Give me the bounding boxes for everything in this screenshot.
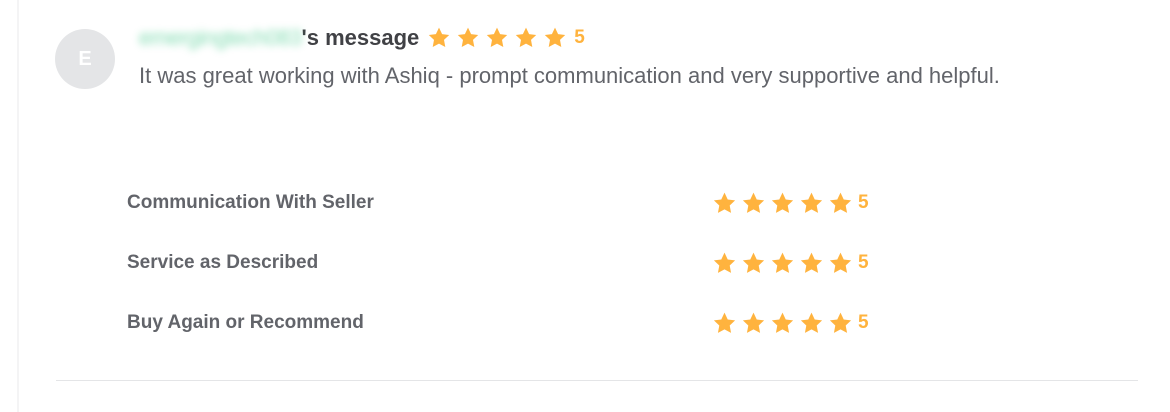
star-icon xyxy=(829,312,852,333)
star-icon xyxy=(516,27,537,47)
star-icon xyxy=(829,192,852,213)
star-icon xyxy=(800,252,823,273)
star-icon xyxy=(771,192,794,213)
criteria-label: Communication With Seller xyxy=(127,192,374,213)
star-icon xyxy=(545,27,566,47)
criteria-rating-value: 5 xyxy=(858,192,869,213)
avatar-initial: E xyxy=(78,47,92,70)
criteria-rating-value: 5 xyxy=(858,312,869,333)
criteria-row: Communication With Seller 5 xyxy=(127,173,887,233)
star-icon xyxy=(742,312,765,333)
star-icon xyxy=(713,312,736,333)
star-icon xyxy=(829,252,852,273)
star-icon xyxy=(742,192,765,213)
overall-rating-value: 5 xyxy=(574,27,585,48)
avatar[interactable]: E xyxy=(55,29,115,89)
criteria-star-rating xyxy=(712,191,857,216)
star-icon xyxy=(713,192,736,213)
review-header: emergingtech083 's message 5 xyxy=(139,22,585,54)
overall-star-rating xyxy=(427,26,572,50)
criteria-row: Service as Described 5 xyxy=(127,233,887,293)
star-icon xyxy=(800,312,823,333)
star-icon xyxy=(458,27,479,47)
review-message: It was great working with Ashiq - prompt… xyxy=(139,63,1000,88)
criteria-row: Buy Again or Recommend 5 xyxy=(127,293,887,353)
criteria-rating-value: 5 xyxy=(858,252,869,273)
header-suffix: 's message xyxy=(301,25,420,50)
criteria-star-rating xyxy=(712,311,857,336)
star-icon xyxy=(713,252,736,273)
star-icon xyxy=(771,252,794,273)
review-card: E emergingtech083 's message 5 It was gr… xyxy=(0,0,1170,412)
star-icon xyxy=(771,312,794,333)
rating-breakdown: Communication With Seller 5 Service as D… xyxy=(127,173,887,353)
star-icon xyxy=(800,192,823,213)
star-icon xyxy=(487,27,508,47)
star-icon xyxy=(429,27,450,47)
criteria-star-rating xyxy=(712,251,857,276)
criteria-label: Service as Described xyxy=(127,252,319,273)
star-icon xyxy=(742,252,765,273)
criteria-label: Buy Again or Recommend xyxy=(127,312,364,333)
left-divider xyxy=(17,0,19,412)
reviewer-username[interactable]: emergingtech083 xyxy=(139,25,302,51)
bottom-divider xyxy=(56,380,1138,381)
